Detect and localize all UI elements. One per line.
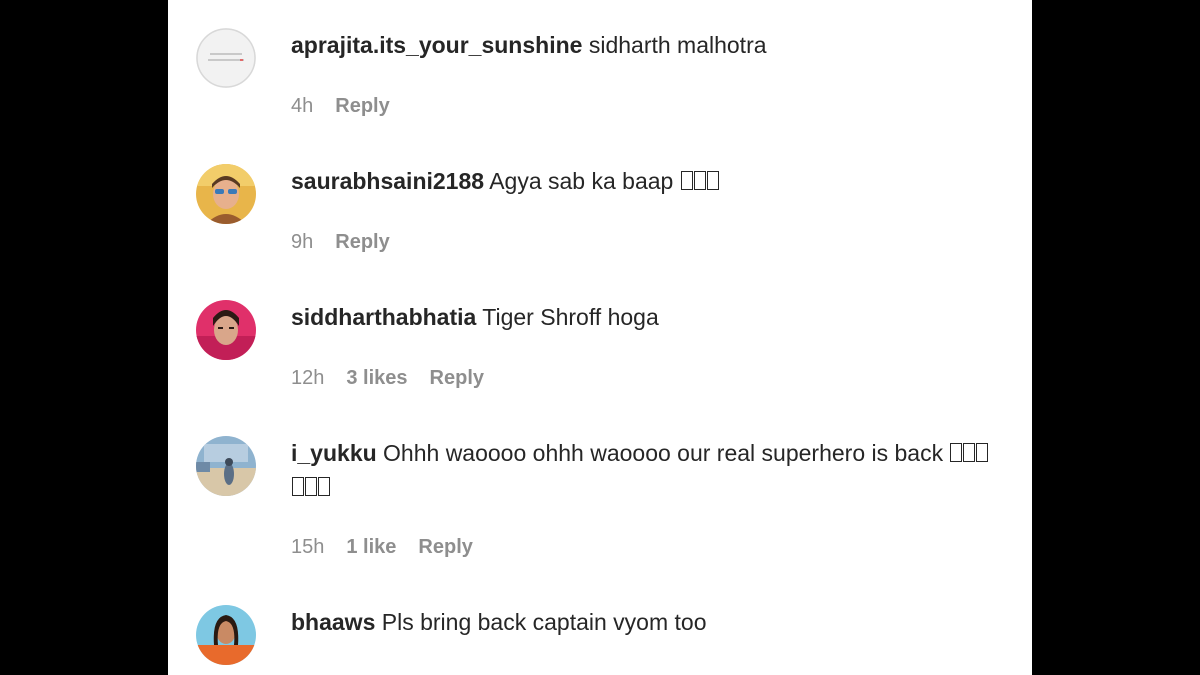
- emoji-placeholders: [680, 168, 719, 194]
- comment-body: Agya sab ka baap: [489, 168, 674, 194]
- comment-time: 4h: [291, 95, 314, 117]
- avatar[interactable]: [196, 164, 256, 224]
- likes-count[interactable]: 3 likes: [346, 367, 407, 389]
- avatar[interactable]: [196, 28, 256, 88]
- comment-text: aprajita.its_your_sunshine sidharth malh…: [291, 28, 1001, 62]
- comment-body: Pls bring back captain vyom too: [381, 609, 707, 635]
- likes-count[interactable]: 1 like: [346, 536, 396, 558]
- emoji-placeholder-icon: [693, 171, 706, 190]
- emoji-placeholder-icon: [963, 443, 976, 462]
- comment-text: siddharthabhatia Tiger Shroff hoga: [291, 300, 1001, 334]
- comment-username[interactable]: i_yukku: [291, 440, 377, 466]
- comment-meta: 4h Reply: [291, 94, 412, 118]
- comment-body: sidharth malhotra: [588, 32, 767, 58]
- emoji-placeholder-icon: [950, 443, 963, 462]
- comment-meta: 12h 3 likes Reply: [291, 366, 506, 390]
- comment-username[interactable]: bhaaws: [291, 609, 375, 635]
- comment-meta: 15h 1 like Reply: [291, 535, 495, 559]
- emoji-placeholder-icon: [680, 171, 693, 190]
- avatar[interactable]: [196, 436, 256, 496]
- comment-time: 9h: [291, 231, 314, 253]
- comment-text: i_yukku Ohhh waoooo ohhh waoooo our real…: [291, 436, 1001, 504]
- emoji-placeholder-icon: [305, 477, 317, 496]
- avatar[interactable]: [196, 605, 256, 665]
- avatar[interactable]: [196, 300, 256, 360]
- comment-body: Tiger Shroff hoga: [482, 304, 659, 330]
- emoji-placeholder-icon: [292, 477, 304, 496]
- reply-button[interactable]: Reply: [430, 367, 484, 389]
- comment-username[interactable]: aprajita.its_your_sunshine: [291, 32, 582, 58]
- emoji-placeholder-icon: [318, 477, 330, 496]
- reply-button[interactable]: Reply: [335, 231, 389, 253]
- comment-meta: 9h Reply: [291, 230, 412, 254]
- emoji-placeholder-icon: [706, 171, 719, 190]
- comment-text: bhaaws Pls bring back captain vyom too: [291, 605, 1001, 639]
- comment-time: 15h: [291, 536, 325, 558]
- comments-panel: aprajita.its_your_sunshine sidharth malh…: [168, 0, 1032, 675]
- emoji-placeholder-icon: [976, 443, 989, 462]
- comment-username[interactable]: siddharthabhatia: [291, 304, 476, 330]
- comment-time: 12h: [291, 367, 325, 389]
- comment-body: Ohhh waoooo ohhh waoooo our real superhe…: [383, 440, 944, 466]
- reply-button[interactable]: Reply: [335, 95, 389, 117]
- comment-username[interactable]: saurabhsaini2188: [291, 168, 484, 194]
- comment-text: saurabhsaini2188 Agya sab ka baap: [291, 164, 1001, 198]
- reply-button[interactable]: Reply: [418, 536, 472, 558]
